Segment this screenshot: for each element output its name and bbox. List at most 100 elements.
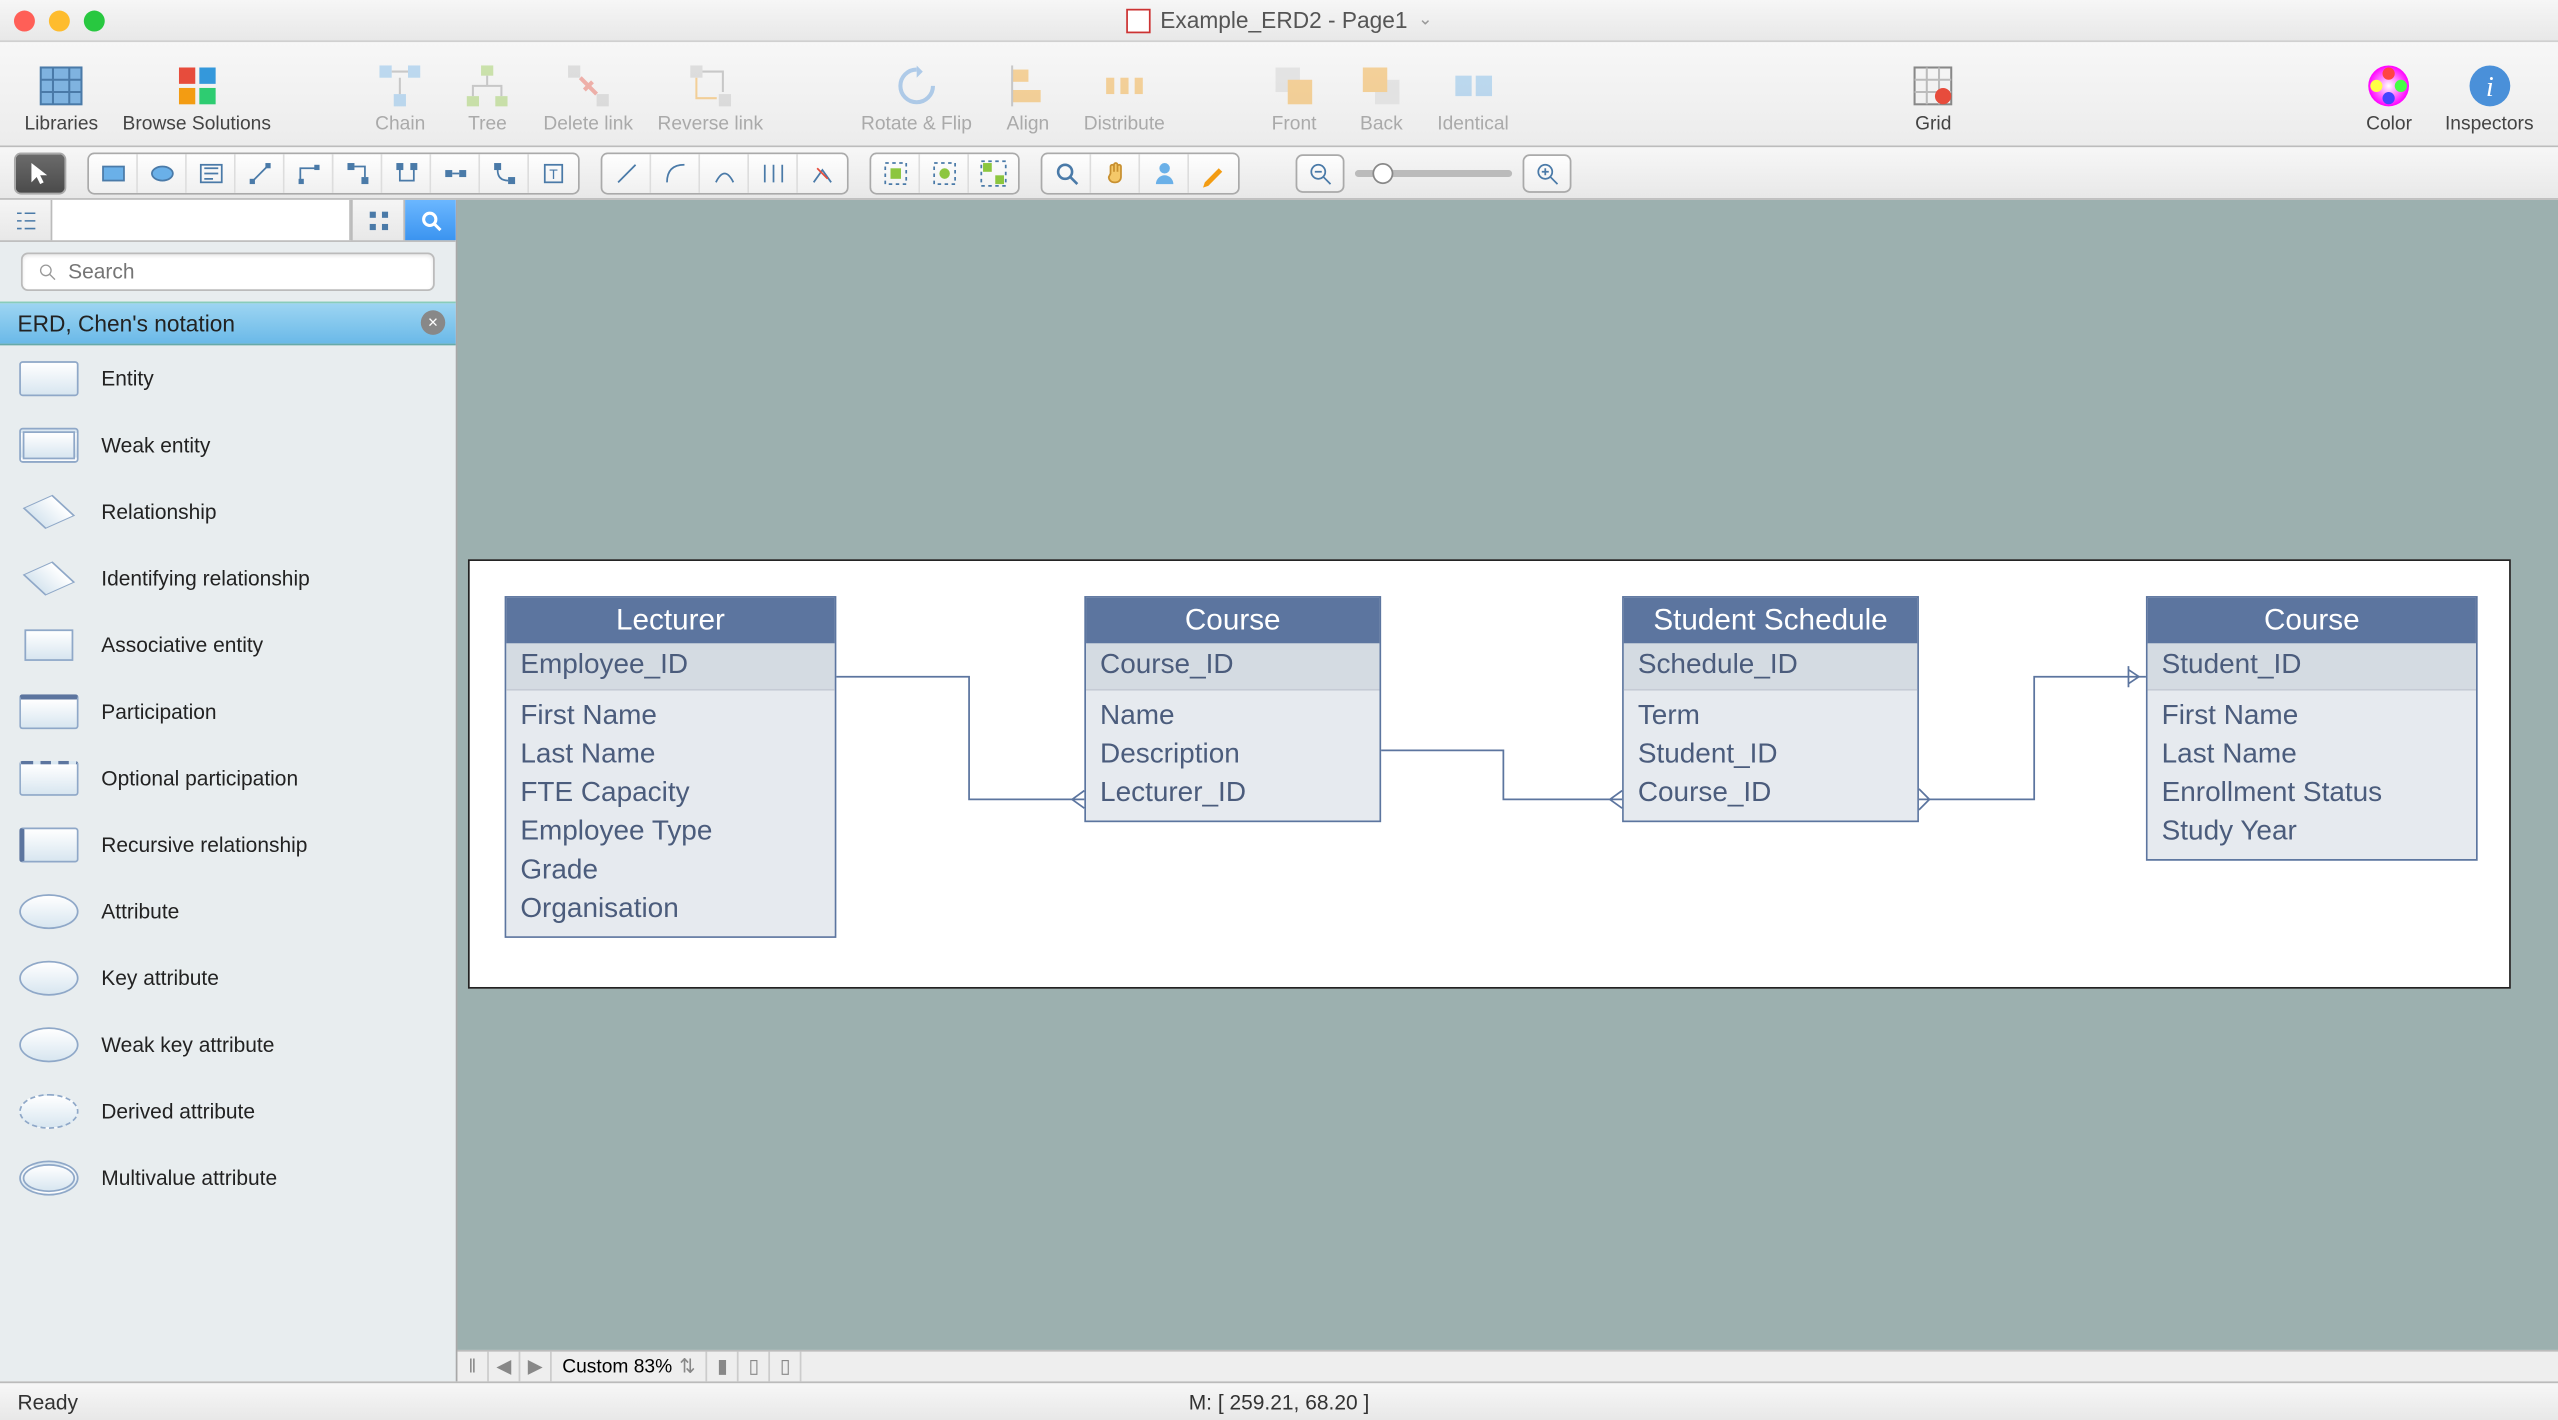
ellipse-tool[interactable] — [138, 153, 187, 192]
zoom-in-button[interactable] — [1523, 153, 1572, 192]
erd-entity[interactable]: Student ScheduleSchedule_IDTermStudent_I… — [1622, 596, 1919, 822]
minimize-window-button[interactable] — [49, 10, 70, 31]
entity-title: Student Schedule — [1624, 598, 1917, 644]
canvas[interactable]: LecturerEmployee_IDFirst NameLast NameFT… — [457, 200, 2558, 1350]
libraries-button[interactable]: Libraries — [14, 42, 109, 145]
group-tool-3[interactable] — [969, 153, 1018, 192]
delete-link-button[interactable]: Delete link — [533, 42, 644, 145]
close-library-icon[interactable]: × — [421, 310, 445, 335]
inspectors-button[interactable]: i Inspectors — [2434, 42, 2544, 145]
chain-button[interactable]: Chain — [358, 42, 442, 145]
align-button[interactable]: Align — [986, 42, 1070, 145]
zoom-window-button[interactable] — [84, 10, 105, 31]
page-navigation-bar: ‖ ◀ ▶ Custom 83%⇅ ▮ ▯ ▯ — [457, 1350, 2558, 1382]
library-item[interactable]: Participation — [0, 678, 456, 745]
library-item[interactable]: Associative entity — [0, 612, 456, 679]
erd-entity[interactable]: CourseStudent_IDFirst NameLast NameEnrol… — [2146, 596, 2478, 861]
library-sidebar: ERD, Chen's notation × Entity Weak entity… — [0, 200, 457, 1382]
zoom-select[interactable]: Custom 83%⇅ — [552, 1352, 708, 1382]
page-prev-button[interactable]: ◀ — [489, 1352, 520, 1382]
view-mode-2[interactable]: ▯ — [739, 1352, 770, 1382]
search-view-button[interactable] — [403, 200, 455, 240]
entity-attribute: Description — [1100, 736, 1365, 775]
close-window-button[interactable] — [14, 10, 35, 31]
search-input[interactable] — [21, 252, 435, 291]
shape-preview-icon — [14, 1152, 84, 1205]
chevron-down-icon[interactable]: ⌄ — [1418, 11, 1433, 30]
library-header[interactable]: ERD, Chen's notation × — [0, 302, 456, 346]
view-mode-1[interactable]: ▮ — [708, 1352, 739, 1382]
grid-view-button[interactable] — [351, 200, 403, 240]
pointer-tool[interactable] — [16, 153, 65, 192]
identical-button[interactable]: Identical — [1427, 42, 1520, 145]
svg-text:T: T — [549, 165, 558, 181]
text-tool[interactable] — [187, 153, 236, 192]
back-button[interactable]: Back — [1339, 42, 1423, 145]
library-item[interactable]: Derived attribute — [0, 1078, 456, 1145]
connector-tool-6[interactable] — [480, 153, 529, 192]
zoom-tool[interactable] — [1042, 153, 1091, 192]
library-item-label: Key attribute — [101, 966, 219, 991]
entity-key: Student_ID — [2148, 643, 2476, 690]
browse-solutions-button[interactable]: Browse Solutions — [112, 42, 281, 145]
person-tool[interactable] — [1140, 153, 1189, 192]
connector-tool-5[interactable] — [431, 153, 480, 192]
library-item[interactable]: Relationship — [0, 479, 456, 546]
line-tool-1[interactable] — [602, 153, 651, 192]
distribute-button[interactable]: Distribute — [1073, 42, 1175, 145]
library-item[interactable]: Key attribute — [0, 945, 456, 1012]
shape-preview-icon — [14, 819, 84, 872]
connector-tool-3[interactable] — [334, 153, 383, 192]
erd-entity[interactable]: LecturerEmployee_IDFirst NameLast NameFT… — [505, 596, 837, 938]
grid-button[interactable]: Grid — [1891, 42, 1975, 145]
color-button[interactable]: Color — [2347, 42, 2431, 145]
library-item[interactable]: Attribute — [0, 878, 456, 945]
status-bar: Ready M: [ 259.21, 68.20 ] — [0, 1381, 2558, 1420]
library-item[interactable]: Recursive relationship — [0, 812, 456, 879]
library-item[interactable]: Multivalue attribute — [0, 1145, 456, 1212]
library-item-label: Optional participation — [101, 766, 298, 791]
connector-tool-4[interactable] — [382, 153, 431, 192]
shape-preview-icon — [14, 552, 84, 605]
entity-title: Lecturer — [506, 598, 834, 644]
pencil-tool[interactable] — [1189, 153, 1238, 192]
hand-tool[interactable] — [1091, 153, 1140, 192]
tree-button[interactable]: Tree — [446, 42, 530, 145]
front-button[interactable]: Front — [1252, 42, 1336, 145]
connector-tool-7[interactable]: T — [529, 153, 578, 192]
library-item-label: Weak entity — [101, 433, 210, 458]
reverse-link-button[interactable]: Reverse link — [647, 42, 774, 145]
library-item-label: Derived attribute — [101, 1099, 255, 1124]
erd-entity[interactable]: CourseCourse_IDNameDescriptionLecturer_I… — [1084, 596, 1381, 822]
entity-attribute: Grade — [520, 852, 820, 891]
page-next-button[interactable]: ▶ — [520, 1352, 551, 1382]
titlebar: Example_ERD2 - Page1 ⌄ — [0, 0, 2558, 42]
line-tool-5[interactable] — [798, 153, 847, 192]
connector-tool-1[interactable] — [236, 153, 285, 192]
connector-tool-2[interactable] — [285, 153, 334, 192]
group-tool-1[interactable] — [871, 153, 920, 192]
library-item[interactable]: Identifying relationship — [0, 545, 456, 612]
line-tool-3[interactable] — [700, 153, 749, 192]
library-item-label: Identifying relationship — [101, 566, 310, 591]
line-tool-4[interactable] — [749, 153, 798, 192]
entity-attribute: Enrollment Status — [2162, 775, 2462, 814]
view-mode-3[interactable]: ▯ — [770, 1352, 801, 1382]
line-tool-2[interactable] — [651, 153, 700, 192]
shape-preview-icon — [14, 619, 84, 672]
group-tool-2[interactable] — [920, 153, 969, 192]
filter-field[interactable] — [52, 200, 351, 240]
zoom-out-button[interactable] — [1296, 153, 1345, 192]
main-toolbar: Libraries Browse Solutions Chain Tree De… — [0, 42, 2558, 147]
library-item-label: Attribute — [101, 899, 179, 924]
rectangle-tool[interactable] — [89, 153, 138, 192]
outline-toggle[interactable] — [0, 200, 52, 240]
library-item[interactable]: Weak entity — [0, 412, 456, 479]
library-item[interactable]: Entity — [0, 345, 456, 412]
library-item[interactable]: Optional participation — [0, 745, 456, 812]
zoom-slider[interactable] — [1355, 169, 1512, 176]
page-pause-icon[interactable]: ‖ — [457, 1352, 488, 1382]
library-item[interactable]: Weak key attribute — [0, 1012, 456, 1079]
diagram-page[interactable]: LecturerEmployee_IDFirst NameLast NameFT… — [468, 559, 2511, 989]
rotate-flip-button[interactable]: Rotate & Flip — [850, 42, 982, 145]
